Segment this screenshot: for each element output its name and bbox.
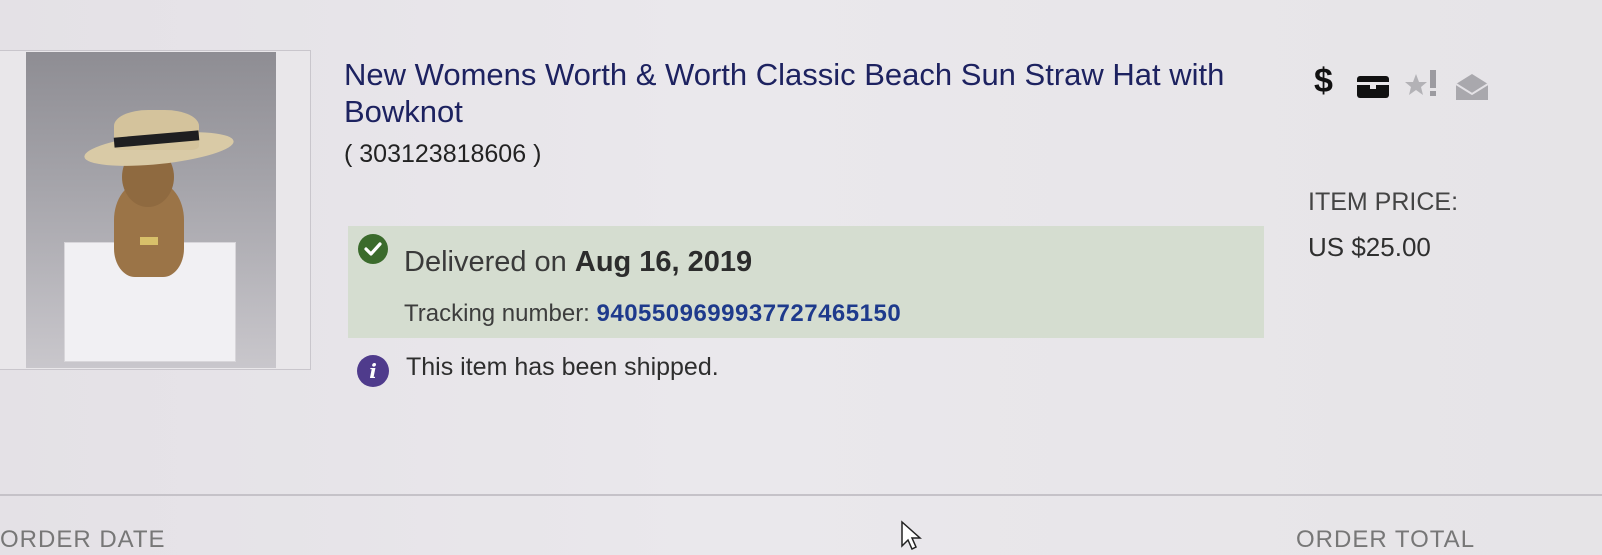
section-divider (0, 494, 1602, 496)
mouse-cursor-icon (900, 520, 922, 555)
item-thumbnail[interactable] (26, 52, 276, 368)
delivered-date: Aug 16, 2019 (574, 246, 753, 278)
parcel-icon[interactable] (1356, 72, 1390, 105)
item-price-value: US $25.00 (1308, 232, 1431, 262)
mail-icon[interactable] (1454, 72, 1490, 107)
shipped-message: This item has been shipped. (406, 353, 719, 381)
delivered-text: Delivered on Aug 16, 2019 (404, 246, 752, 279)
item-price-label: ITEM PRICE: (1308, 188, 1459, 216)
check-icon (358, 234, 388, 264)
thumbnail-tag (140, 237, 158, 245)
tracking-label: Tracking number: (404, 300, 597, 327)
tracking-info: Tracking number: 9405509699937727465150 (404, 300, 901, 328)
dollar-icon[interactable]: $ (1314, 62, 1333, 101)
order-date-label: ORDER DATE (0, 526, 166, 553)
star-feedback-icon[interactable] (1404, 66, 1442, 105)
info-icon: i (357, 355, 389, 387)
delivered-prefix: Delivered on (404, 246, 575, 278)
tracking-number-link[interactable]: 9405509699937727465150 (597, 300, 902, 327)
item-number: ( 303123818606 ) (344, 140, 542, 168)
item-title-link[interactable]: New Womens Worth & Worth Classic Beach S… (344, 56, 1244, 130)
order-total-label: ORDER TOTAL (1296, 526, 1476, 553)
